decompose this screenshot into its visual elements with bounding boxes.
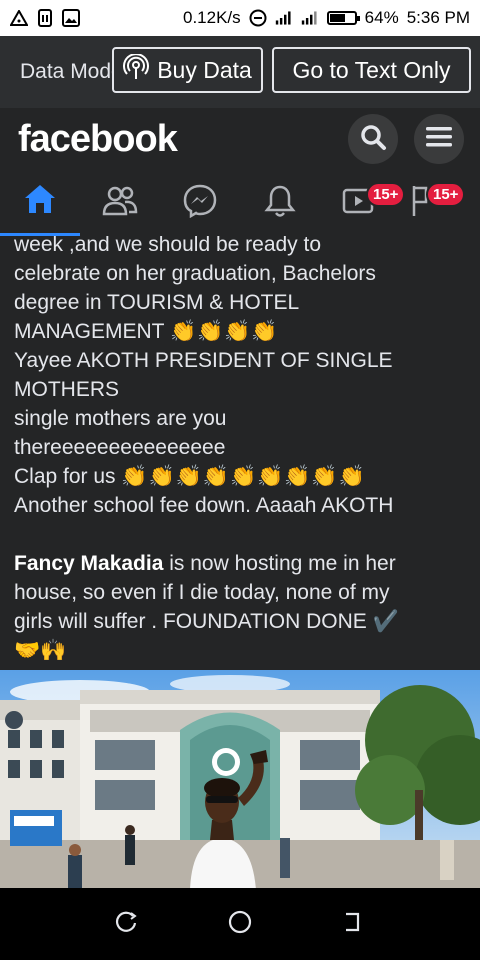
post-text: week ,and we should be ready to celebrat… bbox=[14, 236, 466, 665]
data-mode-label: Data Mode bbox=[20, 60, 112, 83]
clock: 5:36 PM bbox=[406, 8, 470, 27]
sim-icon bbox=[36, 9, 54, 27]
search-button[interactable] bbox=[348, 114, 398, 164]
home-icon bbox=[23, 183, 57, 220]
dnd-icon bbox=[249, 9, 267, 27]
search-icon bbox=[359, 123, 387, 156]
app-header: facebook bbox=[0, 108, 480, 170]
messenger-icon bbox=[183, 184, 217, 223]
clap-emoji: 👏👏👏👏 bbox=[169, 320, 279, 343]
text-only-label: Go to Text Only bbox=[292, 56, 451, 83]
signal-icon bbox=[275, 9, 293, 27]
signal-icon bbox=[301, 9, 319, 27]
menu-button[interactable] bbox=[414, 114, 464, 164]
pages-badge: 15+ bbox=[426, 182, 466, 207]
post-line: week ,and we should be ready to bbox=[14, 236, 322, 256]
post-line-text: is now hosting me in her bbox=[163, 552, 396, 575]
mention-link[interactable]: Fancy Makadia bbox=[14, 552, 163, 575]
back-button[interactable] bbox=[333, 904, 373, 944]
post-line: girls will suffer . FOUNDATION DONE ✔️ bbox=[14, 610, 399, 633]
network-speed: 0.12K/s bbox=[183, 8, 241, 27]
battery-fill bbox=[329, 14, 345, 22]
post-line: house, so even if I die today, none of m… bbox=[14, 581, 390, 604]
system-nav-bar bbox=[0, 888, 480, 960]
post-content: week ,and we should be ready to celebrat… bbox=[0, 236, 480, 888]
image-icon bbox=[62, 9, 80, 27]
post-line: celebrate on her graduation, Bachelors bbox=[14, 262, 376, 285]
friends-icon bbox=[101, 185, 139, 222]
status-left-icons bbox=[10, 9, 80, 27]
post-line: Fancy Makadia is now hosting me in her bbox=[14, 549, 466, 578]
tab-watch[interactable]: 15+ bbox=[320, 170, 406, 236]
bell-icon bbox=[264, 184, 296, 223]
status-bar: 0.12K/s 64% 5:36 PM bbox=[0, 0, 480, 36]
buy-data-button[interactable]: Buy Data bbox=[112, 47, 263, 93]
back-icon bbox=[342, 910, 364, 939]
hamburger-icon bbox=[425, 125, 453, 154]
post-line-text: MANAGEMENT bbox=[14, 320, 165, 343]
post-photo[interactable] bbox=[0, 670, 480, 888]
clap-emoji: 👏👏👏👏👏👏👏👏👏 bbox=[121, 465, 366, 488]
tab-messenger[interactable] bbox=[160, 170, 240, 236]
facebook-logo[interactable]: facebook bbox=[18, 118, 178, 161]
tab-friends[interactable] bbox=[80, 170, 160, 236]
recents-icon bbox=[115, 910, 139, 939]
broadcast-icon bbox=[123, 53, 150, 86]
post-line: single mothers are you bbox=[14, 407, 227, 430]
battery-icon bbox=[326, 11, 360, 25]
battery-percent: 64% bbox=[364, 8, 399, 27]
tab-pages[interactable]: 15+ bbox=[400, 170, 480, 236]
recents-button[interactable] bbox=[107, 904, 147, 944]
post-line: 🤝🙌 bbox=[14, 639, 67, 662]
home-circle-icon bbox=[227, 909, 253, 940]
tab-home[interactable] bbox=[0, 170, 80, 236]
post-line: Yayee AKOTH PRESIDENT OF SINGLE bbox=[14, 349, 393, 372]
post-line: thereeeeeeeeeeeeeee bbox=[14, 436, 226, 459]
tab-bar: 15+ 15+ bbox=[0, 170, 480, 236]
data-mode-banner: Data Mode Buy Data Go to Text Only bbox=[0, 36, 480, 108]
status-right: 0.12K/s 64% 5:36 PM bbox=[183, 8, 470, 28]
post-line-text: Clap for us bbox=[14, 465, 116, 488]
post-line: degree in TOURISM & HOTEL bbox=[14, 291, 300, 314]
text-only-button[interactable]: Go to Text Only bbox=[272, 47, 471, 93]
post-line: MANAGEMENT 👏👏👏👏 bbox=[14, 317, 466, 346]
post-line: Clap for us 👏👏👏👏👏👏👏👏👏 bbox=[14, 462, 466, 491]
notification-icon bbox=[10, 9, 28, 27]
post-line: Another school fee down. Aaaah AKOTH bbox=[14, 494, 394, 517]
buy-data-label: Buy Data bbox=[157, 56, 252, 83]
home-nav-button[interactable] bbox=[220, 904, 260, 944]
post-line: MOTHERS bbox=[14, 378, 119, 401]
tab-notifications[interactable] bbox=[240, 170, 320, 236]
